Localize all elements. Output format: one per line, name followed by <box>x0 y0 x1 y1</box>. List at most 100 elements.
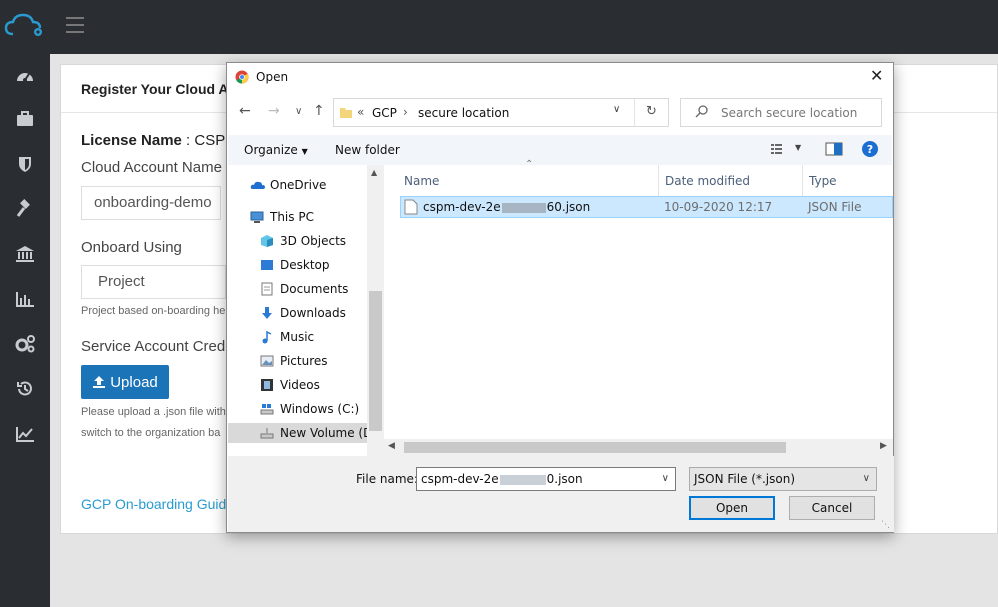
videos-icon <box>260 378 274 392</box>
help-icon[interactable]: ? <box>861 140 879 161</box>
nav-scroll-thumb[interactable] <box>369 291 382 431</box>
nav-label-desktop: Desktop <box>280 258 330 272</box>
line-chart-icon[interactable] <box>14 423 36 445</box>
gavel-icon[interactable] <box>14 198 36 220</box>
resize-grip-icon[interactable]: ⋱ <box>881 520 890 530</box>
nav-label-pictures: Pictures <box>280 354 328 368</box>
cogs-icon[interactable] <box>14 333 36 355</box>
nav-item-new-volume-d[interactable]: New Volume (D: <box>228 423 376 443</box>
bar-chart-icon[interactable] <box>14 288 36 310</box>
pictures-icon <box>260 354 274 368</box>
top-bar <box>0 0 998 54</box>
chrome-icon <box>235 70 249 87</box>
column-date-modified[interactable]: Date modified <box>659 165 803 196</box>
bank-icon[interactable] <box>14 243 36 265</box>
upload-help-line-1: Please upload a .json file with <box>81 406 226 418</box>
nav-label-new-volume-d: New Volume (D: <box>280 426 377 440</box>
navigation-pane: OneDrive This PC 3D Objects Desktop Docu… <box>228 165 384 455</box>
new-folder-button[interactable]: New folder <box>335 143 400 157</box>
account-name-input[interactable]: onboarding-demo <box>81 186 221 220</box>
column-type[interactable]: Type <box>803 165 893 196</box>
scroll-right-icon[interactable]: ▶ <box>880 441 887 451</box>
column-name[interactable]: Name <box>398 165 659 196</box>
up-arrow-icon[interactable]: ↑ <box>313 103 325 119</box>
documents-icon <box>260 282 274 296</box>
organize-button[interactable]: Organize ▼ <box>244 143 308 157</box>
breadcrumb-secure-location[interactable]: secure location <box>418 106 509 120</box>
redacted-text <box>499 474 546 485</box>
nav-item-windows-c[interactable]: Windows (C:) <box>260 399 359 419</box>
recent-locations-icon[interactable]: ∨ <box>295 106 302 117</box>
briefcase-icon[interactable] <box>14 108 36 130</box>
history-icon[interactable] <box>14 378 36 400</box>
nav-label-documents: Documents <box>280 282 349 296</box>
nav-label-this-pc: This PC <box>270 210 314 224</box>
nav-item-pictures[interactable]: Pictures <box>260 351 328 371</box>
file-type-select[interactable]: JSON File (*.json) ∨ <box>689 467 877 491</box>
file-name-dropdown-icon[interactable]: ∨ <box>662 468 669 490</box>
downloads-icon <box>260 306 274 320</box>
license-label: License Name <box>81 132 182 149</box>
3d-objects-icon <box>260 234 274 248</box>
scroll-left-icon[interactable]: ◀ <box>388 441 395 451</box>
search-box[interactable]: Search secure location <box>680 98 882 127</box>
view-caret-icon[interactable]: ▼ <box>795 143 801 152</box>
nav-item-desktop[interactable]: Desktop <box>260 255 330 275</box>
upload-label: Upload <box>110 373 158 391</box>
computer-icon <box>250 210 264 224</box>
open-button[interactable]: Open <box>689 496 775 520</box>
cloud-gear-icon[interactable] <box>4 12 46 41</box>
chevron-down-icon[interactable]: ∨ <box>613 104 620 115</box>
nav-item-downloads[interactable]: Downloads <box>260 303 346 323</box>
breadcrumb-separator: › <box>403 105 408 119</box>
account-name-label: Cloud Account Name <box>81 159 222 176</box>
dialog-toolbar: Organize ▼ New folder ▼ ? <box>228 135 892 165</box>
file-list-scrollbar[interactable]: ◀ ▶ <box>384 439 893 456</box>
file-name-input[interactable]: cspm-dev-2e 0.json ∨ <box>416 467 676 491</box>
close-icon[interactable]: ✕ <box>870 66 883 85</box>
nav-item-music[interactable]: Music <box>260 327 314 347</box>
dashboard-icon[interactable] <box>14 64 36 86</box>
file-list-scroll-thumb[interactable] <box>404 442 786 453</box>
refresh-icon[interactable]: ↻ <box>646 104 657 119</box>
file-row[interactable]: cspm-dev-2e 60.json 10-09-2020 12:17 JSON… <box>400 196 893 218</box>
nav-item-3d-objects[interactable]: 3D Objects <box>260 231 346 251</box>
desktop-icon <box>260 258 274 272</box>
service-account-label: Service Account Creden <box>81 338 242 355</box>
back-arrow-icon[interactable]: ← <box>239 103 251 119</box>
nav-label-windows-c: Windows (C:) <box>280 402 360 416</box>
upload-help-line-2: switch to the organization ba <box>81 427 221 439</box>
onboard-using-label: Onboard Using <box>81 239 182 256</box>
page-title: Register Your Cloud A <box>81 81 229 97</box>
hamburger-icon[interactable] <box>66 17 84 33</box>
breadcrumb-prefix: « <box>357 105 365 119</box>
nav-item-onedrive[interactable]: OneDrive <box>250 175 326 195</box>
breadcrumb-gcp[interactable]: GCP <box>372 106 397 120</box>
nav-item-documents[interactable]: Documents <box>260 279 348 299</box>
onboard-using-select[interactable]: Project <box>81 265 226 299</box>
nav-item-this-pc[interactable]: This PC <box>250 207 314 227</box>
sidebar <box>0 54 50 607</box>
onboard-help-text: Project based on-boarding he <box>81 305 226 317</box>
nav-label-downloads: Downloads <box>280 306 346 320</box>
drive-c-icon <box>260 402 274 416</box>
folder-icon <box>339 105 353 122</box>
upload-button[interactable]: Upload <box>81 365 169 399</box>
nav-label-music: Music <box>280 330 315 344</box>
redacted-text <box>501 202 546 213</box>
open-file-dialog: Open ✕ ← → ∨ ↑ « GCP › secure location ∨… <box>226 62 894 533</box>
view-options-icon[interactable] <box>770 142 788 159</box>
shield-icon[interactable] <box>14 153 36 175</box>
file-name-end: 60.json <box>546 200 591 214</box>
file-name-start: cspm-dev-2e <box>423 200 501 214</box>
nav-scrollbar[interactable]: ▲ <box>367 165 384 457</box>
scroll-up-icon[interactable]: ▲ <box>371 168 377 177</box>
chevron-down-icon[interactable]: ∨ <box>863 468 870 490</box>
address-bar[interactable]: « GCP › secure location ∨ ↻ <box>333 98 669 127</box>
file-name-label: File name: <box>356 472 418 486</box>
search-icon <box>695 104 709 121</box>
preview-pane-icon[interactable] <box>825 142 843 159</box>
nav-item-videos[interactable]: Videos <box>260 375 320 395</box>
cancel-button[interactable]: Cancel <box>789 496 875 520</box>
gcp-guide-link[interactable]: GCP On-boarding Guid <box>81 496 226 512</box>
